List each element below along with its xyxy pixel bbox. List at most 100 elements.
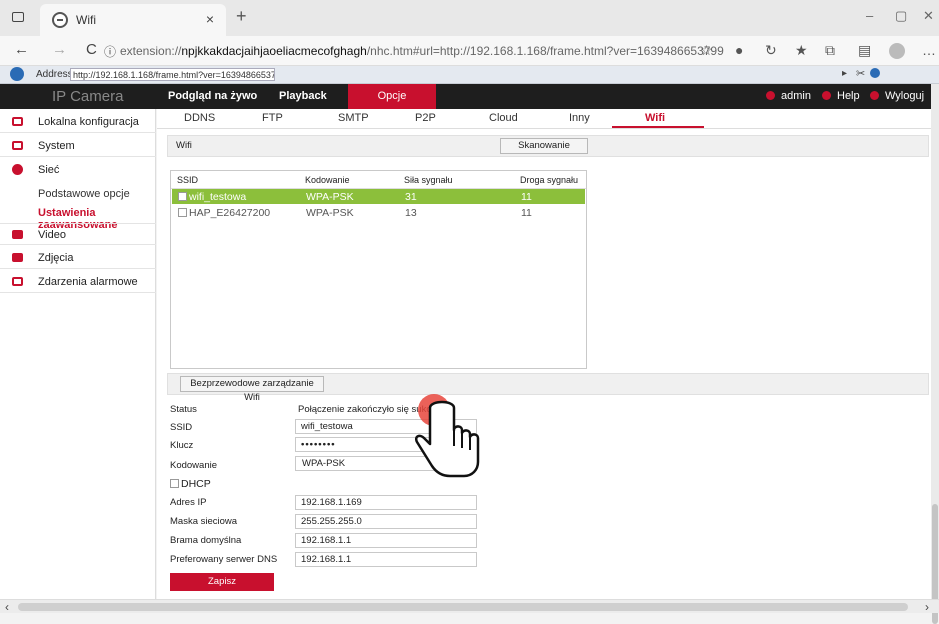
ie-mode-bar: Address http://192.168.1.168/frame.html?… — [0, 66, 939, 84]
camera-header: IP Camera Podgląd na żywo Playback Opcje… — [0, 84, 939, 109]
sidebar-item-alarms[interactable]: Zdarzenia alarmowe — [0, 271, 156, 293]
wifi-section-bar: Wifi Skanowanie — [167, 135, 929, 157]
brand-logo: IP Camera — [52, 88, 124, 105]
read-aloud-icon[interactable]: ☆ — [700, 42, 713, 59]
sidebar-item-system[interactable]: System — [0, 135, 156, 157]
site-info-icon[interactable]: ⓘ — [104, 43, 116, 60]
dhcp-check-icon[interactable] — [170, 479, 179, 488]
horizontal-scrollbar[interactable]: ‹ › — [0, 599, 939, 614]
tab-p2p[interactable]: P2P — [415, 112, 436, 124]
sidebar-item-local-config[interactable]: Lokalna konfiguracja — [0, 111, 156, 133]
wifi-panel: Wifi Skanowanie SSID Kodowanie Siła sygn… — [157, 129, 931, 599]
maximize-button[interactable]: ▢ — [895, 8, 907, 24]
col-channel: Droga sygnału — [520, 175, 579, 185]
profile-avatar[interactable] — [889, 43, 905, 59]
tab-smtp[interactable]: SMTP — [338, 112, 369, 124]
forward-button[interactable]: → — [52, 41, 67, 58]
tab-wifi[interactable]: Wifi — [645, 112, 665, 124]
vertical-scrollbar[interactable] — [931, 84, 939, 624]
sidebar-item-images[interactable]: Zdjęcia — [0, 247, 156, 269]
extension-icon[interactable]: ● — [735, 42, 743, 58]
tab-title: Wifi — [76, 13, 96, 27]
ie-play-icon[interactable]: ▸ — [842, 68, 847, 79]
user-admin[interactable]: admin — [766, 90, 811, 102]
back-button[interactable]: ← — [14, 41, 29, 58]
ie-address-field[interactable]: http://192.168.1.168/frame.html?ver=1639… — [70, 68, 275, 81]
hand-cursor-icon — [415, 394, 480, 478]
monitor-icon — [12, 117, 23, 126]
tab-ddns[interactable]: DDNS — [184, 112, 215, 124]
sidebar-item-label: Lokalna konfiguracja — [38, 116, 139, 128]
tab-ftp[interactable]: FTP — [262, 112, 283, 124]
row-checkbox[interactable] — [178, 192, 187, 201]
table-row[interactable]: HAP_E26427200 WPA-PSK 13 11 — [172, 205, 585, 220]
horizontal-scroll-thumb[interactable] — [18, 603, 908, 611]
scan-button[interactable]: Skanowanie — [500, 138, 588, 154]
ie-address-label: Address — [36, 69, 73, 80]
url-rest: /nhc.htm#url=http://192.168.1.168/frame.… — [366, 44, 724, 58]
dhcp-checkbox[interactable]: DHCP — [170, 478, 211, 490]
key-label: Klucz — [170, 440, 194, 451]
url-host: npjkkakdacjaihjaoeliacmecofghagh — [181, 44, 367, 58]
table-row[interactable]: wifi_testowa WPA-PSK 31 11 — [172, 189, 585, 204]
sidebar-sub-basic[interactable]: Podstawowe opcje — [38, 188, 130, 200]
tab-actions-icon[interactable] — [12, 12, 24, 22]
favorites-icon[interactable]: ★ — [795, 42, 808, 59]
system-icon — [12, 141, 23, 150]
ie-tools-icon[interactable]: ✂ — [856, 67, 865, 80]
ip-input[interactable]: 192.168.1.169 — [295, 495, 477, 510]
tab-close-button[interactable]: × — [206, 11, 214, 27]
browser-nav-bar: ← → C ⓘ extension://npjkkakdacjaihjaoeli… — [0, 36, 939, 66]
address-bar[interactable]: extension://npjkkakdacjaihjaoeliacmecofg… — [120, 44, 724, 58]
network-icon — [12, 164, 23, 175]
wifi-manage-button[interactable]: Bezprzewodowe zarządzanie Wifi — [180, 376, 324, 403]
browser-tab[interactable]: Wifi × — [40, 4, 226, 36]
help-link[interactable]: Help — [822, 90, 860, 102]
sidebar-item-label: Zdjęcia — [38, 252, 74, 264]
collections-icon[interactable]: ⧉ — [825, 42, 835, 59]
save-button[interactable]: Zapisz — [170, 573, 274, 591]
active-tab-indicator — [612, 126, 704, 128]
row-encoding: WPA-PSK — [306, 191, 354, 203]
row-channel: 11 — [521, 207, 532, 219]
help-icon — [822, 91, 831, 100]
col-ssid: SSID — [177, 175, 199, 185]
mask-input[interactable]: 255.255.255.0 — [295, 514, 477, 529]
tab-playback[interactable]: Playback — [279, 90, 327, 102]
sidebar-item-video[interactable]: Video — [0, 223, 156, 245]
logout-label: Wyloguj — [885, 90, 925, 102]
logout-icon — [870, 91, 879, 100]
row-checkbox[interactable] — [178, 208, 187, 217]
scroll-right-arrow[interactable]: › — [925, 600, 929, 614]
gateway-label: Brama domyślna — [170, 535, 242, 546]
close-window-button[interactable]: ✕ — [923, 8, 934, 24]
ie-mode-icon — [10, 67, 24, 81]
wifi-network-table: SSID Kodowanie Siła sygnału Droga sygnał… — [170, 170, 587, 369]
tab-cloud[interactable]: Cloud — [489, 112, 518, 124]
row-signal: 13 — [405, 207, 417, 219]
alarm-icon — [12, 277, 23, 286]
tab-other[interactable]: Inny — [569, 112, 590, 124]
refresh-ext-icon[interactable]: ↻ — [765, 42, 777, 59]
dns-input[interactable]: 192.168.1.1 — [295, 552, 477, 567]
row-encoding: WPA-PSK — [306, 207, 354, 219]
gateway-input[interactable]: 192.168.1.1 — [295, 533, 477, 548]
new-tab-button[interactable]: + — [236, 6, 247, 27]
encoding-value: WPA-PSK — [302, 458, 346, 469]
minimize-button[interactable]: – — [866, 8, 873, 23]
tab-options[interactable]: Opcje — [348, 84, 436, 109]
scroll-left-arrow[interactable]: ‹ — [5, 600, 9, 614]
row-ssid: wifi_testowa — [189, 191, 247, 203]
col-encoding: Kodowanie — [305, 175, 350, 185]
share-icon[interactable]: ▤ — [858, 42, 871, 59]
refresh-button[interactable]: C — [86, 41, 97, 58]
logout-link[interactable]: Wyloguj — [870, 90, 924, 102]
tab-live-view[interactable]: Podgląd na żywo — [168, 90, 257, 102]
sidebar-item-network[interactable]: Sieć — [0, 159, 156, 181]
ip-label: Adres IP — [170, 497, 207, 508]
row-ssid: HAP_E26427200 — [189, 207, 271, 219]
ssid-label: SSID — [170, 422, 193, 433]
more-menu-icon[interactable]: … — [922, 42, 936, 58]
ie-help-icon[interactable] — [870, 68, 880, 78]
col-signal: Siła sygnału — [404, 175, 453, 185]
